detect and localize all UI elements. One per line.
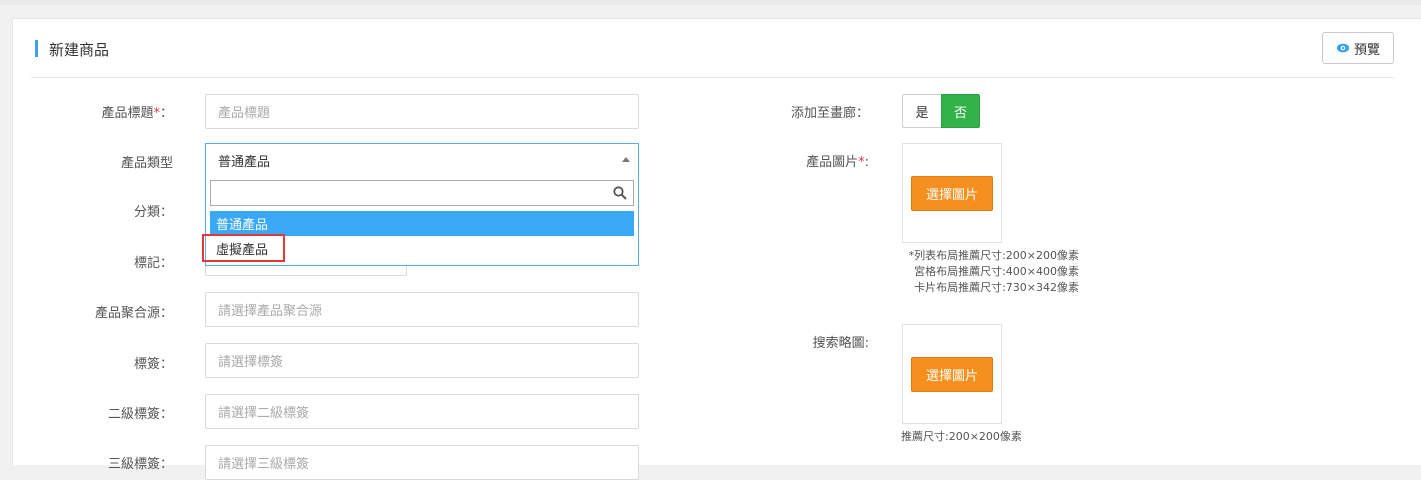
new-product-panel: 新建商品 預覽 產品標題*： 產品標題 產品類型 分類： 標記： 無 普通產品 bbox=[12, 18, 1421, 480]
product-image-upload[interactable]: 選擇圖片 bbox=[902, 143, 1002, 243]
preview-label: 預覽 bbox=[1353, 42, 1380, 58]
search-thumbnail-label: 搜索略圖: bbox=[812, 336, 869, 351]
choose-thumbnail-button[interactable]: 選擇圖片 bbox=[911, 357, 993, 392]
search-icon bbox=[613, 186, 627, 200]
option-normal-product[interactable]: 普通產品 bbox=[210, 211, 634, 236]
gallery-label: 添加至畫廊： bbox=[790, 106, 869, 121]
eye-icon bbox=[1336, 43, 1350, 53]
tag-select[interactable]: 請選擇標簽 bbox=[205, 343, 639, 378]
choose-image-button[interactable]: 選擇圖片 bbox=[911, 176, 993, 211]
tag2-label: 二級標簽： bbox=[107, 407, 173, 422]
gallery-yes-button[interactable]: 是 bbox=[902, 94, 941, 128]
mark-label: 標記： bbox=[133, 256, 173, 271]
thumbnail-size-hint: 推薦尺寸:200×200像素 bbox=[901, 430, 1022, 443]
page-title: 新建商品 bbox=[49, 41, 110, 59]
search-thumbnail-upload[interactable]: 選擇圖片 bbox=[902, 324, 1002, 424]
caret-up-icon bbox=[622, 157, 630, 162]
product-image-label: 產品圖片*: bbox=[806, 155, 869, 170]
gallery-toggle[interactable]: 是 否 bbox=[902, 94, 980, 128]
panel-header: 新建商品 預覽 bbox=[31, 19, 1394, 78]
preview-button[interactable]: 預覽 bbox=[1322, 32, 1394, 64]
image-size-hint: *列表布局推薦尺寸:200×200像素 宮格布局推薦尺寸:400×400像素 卡… bbox=[908, 249, 1079, 294]
aggregation-source-label: 產品聚合源： bbox=[94, 306, 173, 321]
product-type-search-input[interactable] bbox=[210, 180, 634, 206]
title-accent-bar bbox=[35, 40, 38, 57]
category-label: 分類： bbox=[133, 205, 173, 220]
tag-label: 標簽： bbox=[133, 357, 173, 372]
gallery-no-button[interactable]: 否 bbox=[941, 94, 980, 128]
top-strip bbox=[0, 0, 1421, 5]
aggregation-source-select[interactable]: 請選擇產品聚合源 bbox=[205, 292, 639, 327]
product-title-input[interactable]: 產品標題 bbox=[205, 94, 639, 129]
product-title-label: 產品標題*： bbox=[101, 106, 173, 121]
product-type-current[interactable]: 普通產品 bbox=[206, 144, 638, 177]
highlight-box bbox=[202, 234, 285, 262]
product-type-label: 產品類型 bbox=[120, 156, 173, 171]
tag3-label: 三級標簽： bbox=[107, 457, 173, 472]
tag3-select[interactable]: 請選擇三級標簽 bbox=[205, 445, 639, 480]
tag2-select[interactable]: 請選擇二級標簽 bbox=[205, 394, 639, 429]
product-type-value: 普通產品 bbox=[218, 155, 271, 170]
